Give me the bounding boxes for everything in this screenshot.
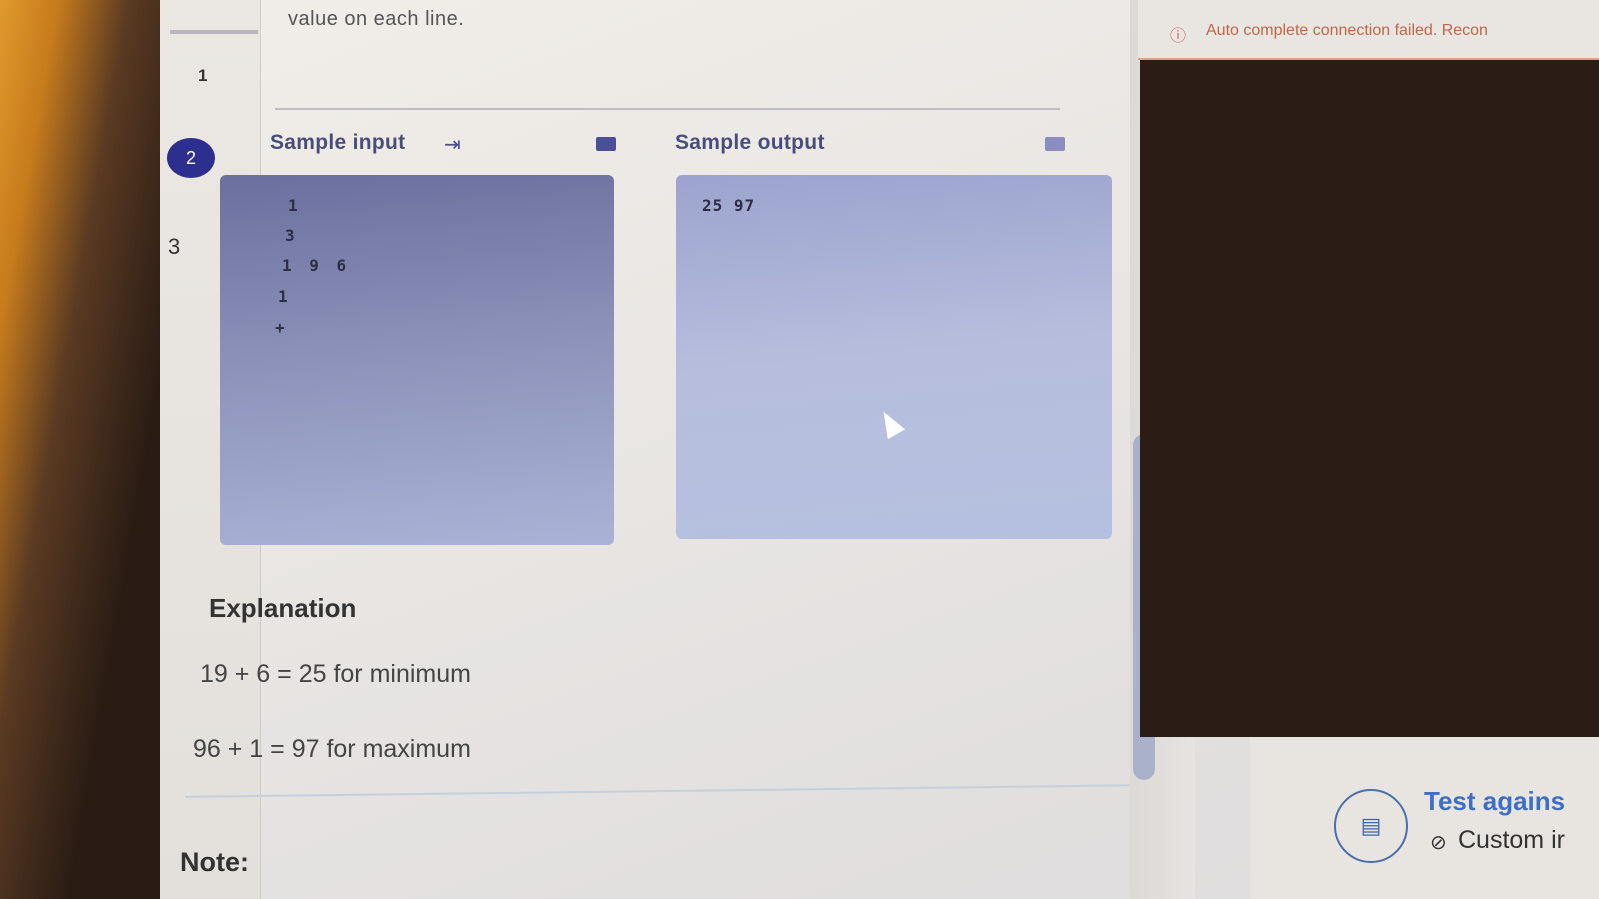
explanation-line: 19 + 6 = 25 for minimum: [200, 660, 471, 688]
sample-output-box: [676, 175, 1112, 539]
copy-icon[interactable]: [596, 137, 616, 151]
terminal-file-icon[interactable]: ▤: [1334, 789, 1408, 863]
sample-input-line: 1 9 6: [282, 256, 351, 275]
step-2-active[interactable]: 2: [167, 138, 215, 178]
code-editor[interactable]: [1140, 55, 1599, 737]
run-panel: [1250, 737, 1599, 899]
copy-icon[interactable]: [1045, 137, 1065, 151]
step-3[interactable]: 3: [168, 234, 180, 260]
problem-description: value on each line.: [288, 8, 465, 30]
divider: [275, 108, 1060, 110]
step-1[interactable]: 1: [198, 66, 207, 86]
sample-input-label: Sample input: [270, 131, 406, 154]
device-bezel: [0, 0, 165, 899]
note-heading: Note:: [180, 847, 249, 877]
test-against-button[interactable]: Test agains: [1424, 786, 1599, 817]
sample-output-line: 25 97: [702, 196, 756, 215]
rail-progress-line: [170, 30, 258, 34]
enter-arrow-icon[interactable]: ⇥: [444, 132, 461, 157]
check-circle-icon[interactable]: ⊘: [1430, 830, 1447, 855]
warning-icon: ⓘ: [1170, 28, 1187, 45]
editor-notice-text[interactable]: Auto complete connection failed. Recon: [1206, 22, 1599, 40]
sample-output-label: Sample output: [675, 131, 825, 154]
sample-input-box: [220, 175, 614, 545]
custom-input-option[interactable]: Custom ir: [1458, 826, 1599, 855]
sample-input-line: 1: [288, 196, 302, 215]
sample-input-line: 3: [285, 226, 299, 245]
explanation-line: 96 + 1 = 97 for maximum: [193, 735, 471, 763]
explanation-heading: Explanation: [209, 593, 357, 623]
sample-input-line: +: [275, 318, 289, 337]
sample-input-line: 1: [278, 287, 292, 306]
